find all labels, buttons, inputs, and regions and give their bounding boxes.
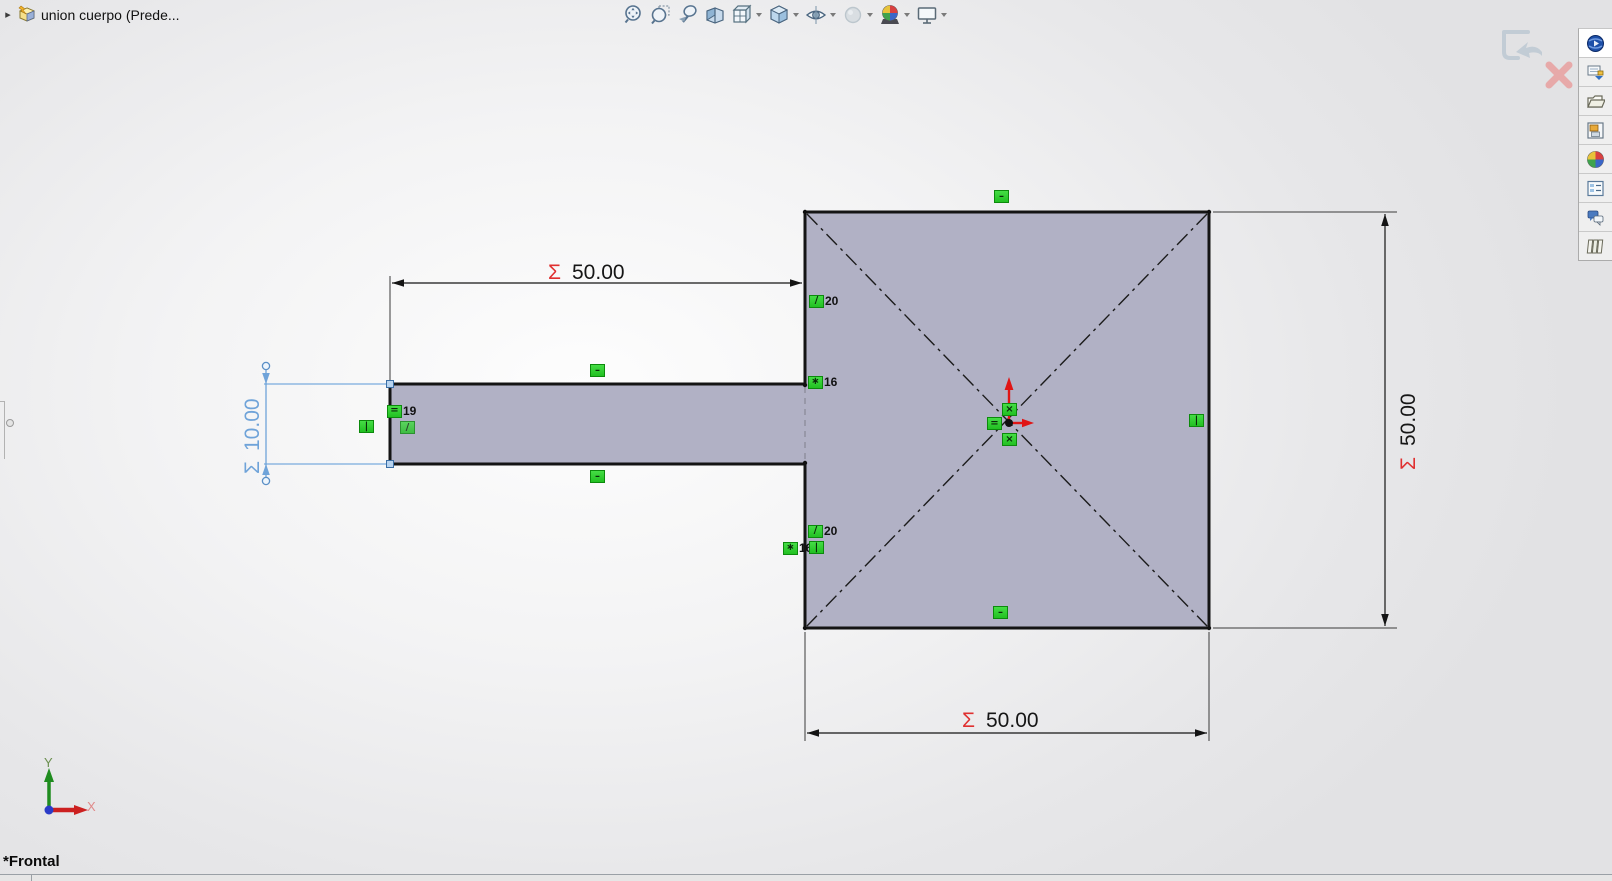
apply-scene-icon <box>880 4 899 24</box>
edit-appearance-icon <box>844 6 861 23</box>
previous-view-icon <box>678 4 697 23</box>
dropdown-caret-icon[interactable] <box>941 12 947 17</box>
collinear-constraint-icon[interactable]: / 20 <box>808 524 837 538</box>
horizontal-constraint-icon[interactable]: – <box>590 364 606 377</box>
status-bar-notch <box>31 874 32 881</box>
task-pane-item-design-library[interactable] <box>1579 58 1612 87</box>
intersection-constraint-icon[interactable]: ∗ 16 <box>808 375 837 389</box>
vertical-constraint-icon[interactable]: | <box>359 420 375 433</box>
equal-constraint-icon[interactable]: = <box>987 417 1003 430</box>
part-icon <box>18 5 36 22</box>
hide-show-items-button[interactable] <box>802 1 829 28</box>
headsup-toolbar <box>620 1 950 28</box>
dropdown-caret-icon[interactable] <box>756 12 762 17</box>
view-settings-button[interactable] <box>913 1 940 28</box>
graphics-area[interactable]: Σ 50.00 Σ 50.00 Σ 50.00 Σ 10.00 Y X – – … <box>0 0 1612 881</box>
dimension-right-value[interactable]: 50.00 <box>1397 393 1420 446</box>
status-bar-divider <box>0 874 1612 875</box>
dimension-right-sigma[interactable]: Σ <box>1397 457 1420 470</box>
triad-y-arrow <box>44 768 54 782</box>
intersection-constraint-icon[interactable]: ∗ 16 <box>783 541 812 555</box>
cancel-sketch-button[interactable] <box>1544 60 1574 95</box>
triad-x-arrow <box>74 805 88 815</box>
solidworks-forum-icon <box>1587 210 1604 226</box>
zoom-to-fit-icon <box>624 4 641 23</box>
appearances-scenes-icon <box>1587 150 1604 168</box>
dimension-left-value[interactable]: 10.00 <box>241 398 264 451</box>
cancel-sketch-icon <box>1545 61 1573 89</box>
dropdown-caret-icon[interactable] <box>793 12 799 17</box>
attach-handle-top[interactable] <box>386 380 394 388</box>
task-pane-item-solidworks-forum[interactable] <box>1579 203 1612 232</box>
exit-sketch-icon <box>1502 30 1542 60</box>
sketch-profile[interactable] <box>388 210 1211 630</box>
attach-handle-bottom[interactable] <box>386 460 394 468</box>
vertical-constraint-icon[interactable]: | <box>1189 414 1205 427</box>
equal-constraint-icon[interactable]: = 19 <box>387 404 416 418</box>
previous-view-button[interactable] <box>674 1 701 28</box>
display-style-icon <box>769 4 788 24</box>
task-pane-item-document-library[interactable] <box>1579 232 1612 260</box>
feature-tree-title[interactable]: union cuerpo (Prede... <box>41 7 180 23</box>
status-bar <box>0 875 1612 881</box>
dimension-handle-bottom[interactable] <box>261 476 271 486</box>
view-palette-icon <box>1587 121 1604 139</box>
triad-x-label: X <box>87 799 96 814</box>
zoom-to-area-button[interactable] <box>647 1 674 28</box>
task-pane-item-file-explorer[interactable] <box>1579 87 1612 116</box>
display-style-button[interactable] <box>765 1 792 28</box>
hide-show-items-icon <box>805 5 826 24</box>
feature-tree-root[interactable]: ▸ union cuerpo (Prede... <box>2 5 180 24</box>
design-library-icon <box>1587 65 1604 80</box>
view-orientation-label: *Frontal <box>3 853 60 870</box>
view-settings-icon <box>917 6 936 24</box>
view-orientation-button[interactable] <box>728 1 755 28</box>
collinear-constraint-icon[interactable]: / <box>400 421 416 434</box>
panel-splitter-handle[interactable] <box>6 419 14 427</box>
collinear-constraint-icon[interactable]: / 20 <box>809 294 838 308</box>
dimension-top-value[interactable]: 50.00 <box>572 261 625 284</box>
midpoint-constraint-icon[interactable]: × <box>1002 433 1018 446</box>
file-explorer-icon <box>1587 94 1605 108</box>
task-pane-item-solidworks-resources[interactable] <box>1579 29 1612 58</box>
dimension-top[interactable]: Σ 50.00 <box>389 261 802 380</box>
section-view-icon <box>705 6 724 24</box>
triad-y-label: Y <box>44 755 53 770</box>
dimension-bottom-value[interactable]: 50.00 <box>986 709 1039 732</box>
zoom-to-area-icon <box>650 4 670 24</box>
solidworks-resources-icon <box>1587 34 1604 52</box>
view-orientation-icon <box>732 4 751 23</box>
dimension-right[interactable]: Σ 50.00 <box>1213 211 1420 629</box>
coordinate-triad: Y X <box>44 755 96 815</box>
collapsed-panel-edge <box>4 401 5 459</box>
triad-origin-dot <box>44 805 54 815</box>
task-pane-item-appearances-scenes[interactable] <box>1579 145 1612 174</box>
task-pane <box>1578 28 1612 261</box>
midpoint-constraint-icon[interactable]: × <box>1002 403 1018 416</box>
dimension-bottom[interactable]: Σ 50.00 <box>804 632 1210 741</box>
task-pane-item-custom-properties[interactable] <box>1579 174 1612 203</box>
dropdown-caret-icon[interactable] <box>904 12 910 17</box>
tree-expander-icon[interactable]: ▸ <box>2 8 14 21</box>
section-view-button[interactable] <box>701 1 728 28</box>
dropdown-caret-icon[interactable] <box>867 12 873 17</box>
edit-appearance-button[interactable] <box>839 1 866 28</box>
vertical-constraint-icon[interactable]: | <box>809 541 825 554</box>
horizontal-constraint-icon[interactable]: – <box>994 190 1010 203</box>
sketch-canvas[interactable]: Σ 50.00 Σ 50.00 Σ 50.00 Σ 10.00 Y X <box>0 0 1612 881</box>
horizontal-constraint-icon[interactable]: – <box>590 470 606 483</box>
apply-scene-button[interactable] <box>876 1 903 28</box>
custom-properties-icon <box>1587 180 1604 196</box>
horizontal-constraint-icon[interactable]: – <box>993 606 1009 619</box>
exit-sketch-button[interactable] <box>1498 30 1550 73</box>
dimension-top-sigma[interactable]: Σ <box>548 261 561 284</box>
dimension-left-sigma[interactable]: Σ <box>241 461 264 474</box>
dimension-bottom-sigma[interactable]: Σ <box>962 709 975 732</box>
zoom-to-fit-button[interactable] <box>620 1 647 28</box>
dimension-handle-top[interactable] <box>261 361 271 371</box>
task-pane-item-view-palette[interactable] <box>1579 116 1612 145</box>
dropdown-caret-icon[interactable] <box>830 12 836 17</box>
document-library-icon <box>1586 239 1604 253</box>
